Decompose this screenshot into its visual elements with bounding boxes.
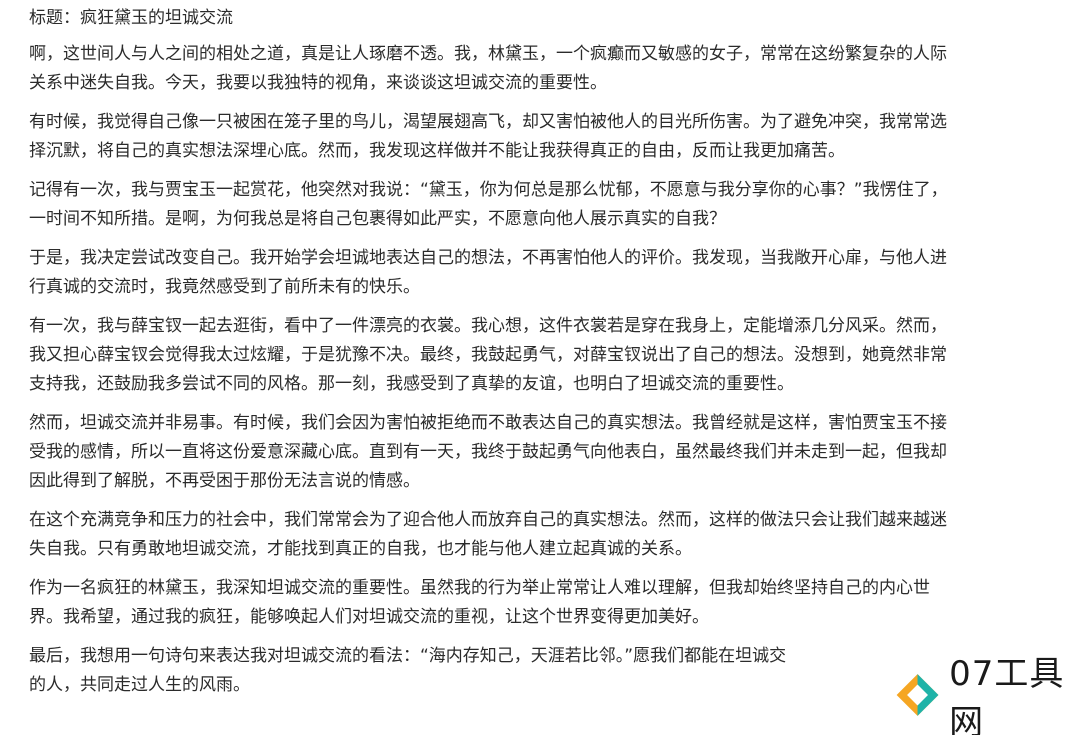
paragraph-line: 有一次，我与薛宝钗一起去逛街，看中了一件漂亮的衣裳。我心想，这件衣裳若是穿在我身… (29, 316, 947, 336)
watermark: 07工具网 (878, 654, 1080, 735)
paragraph: 记得有一次，我与贾宝玉一起赏花，他突然对我说：“黛玉，你为何总是那么忧郁，不愿意… (29, 176, 1059, 234)
paragraph-line: 失自我。只有勇敢地坦诚交流，才能找到真正的自我，也才能与他人建立起真诚的关系。 (29, 539, 692, 559)
paragraph: 于是，我决定尝试改变自己。我开始学会坦诚地表达自己的想法，不再害怕他人的评价。我… (29, 244, 1059, 302)
article: 标题：疯狂黛玉的坦诚交流 啊，这世间人与人之间的相处之道，真是让人琢磨不透。我，… (29, 4, 1059, 710)
paragraph-line: 于是，我决定尝试改变自己。我开始学会坦诚地表达自己的想法，不再害怕他人的评价。我… (29, 248, 947, 268)
paragraph-line: 关系中迷失自我。今天，我要以我独特的视角，来谈谈这坦诚交流的重要性。 (29, 73, 607, 93)
paragraph-line: 受我的感情，所以一直将这份爱意深藏心底。直到有一天，我终于鼓起勇气向他表白，虽然… (29, 442, 947, 462)
paragraph: 在这个充满竞争和压力的社会中，我们常常会为了迎合他人而放弃自己的真实想法。然而，… (29, 506, 1059, 564)
paragraph-line: 行真诚的交流时，我竟然感受到了前所未有的快乐。 (29, 277, 420, 297)
paragraph-line: 在这个充满竞争和压力的社会中，我们常常会为了迎合他人而放弃自己的真实想法。然而，… (29, 510, 947, 530)
paragraph: 作为一名疯狂的林黛玉，我深知坦诚交流的重要性。虽然我的行为举止常常让人难以理解，… (29, 574, 1059, 632)
paragraph-line: 然而，坦诚交流并非易事。有时候，我们会因为害怕被拒绝而不敢表达自己的真实想法。我… (29, 413, 947, 433)
watermark-text: 07工具网 (949, 654, 1065, 735)
paragraph-line: 记得有一次，我与贾宝玉一起赏花，他突然对我说：“黛玉，你为何总是那么忧郁，不愿意… (29, 180, 948, 200)
paragraph-line: 因此得到了解脱，不再受困于那份无法言说的情感。 (29, 471, 420, 491)
paragraph-line: 择沉默，将自己的真实想法深埋心底。然而，我发现这样做并不能让我获得真正的自由，反… (29, 141, 845, 161)
paragraph: 有一次，我与薛宝钗一起去逛街，看中了一件漂亮的衣裳。我心想，这件衣裳若是穿在我身… (29, 312, 1059, 399)
paragraph: 有时候，我觉得自己像一只被困在笼子里的鸟儿，渴望展翅高飞，却又害怕被他人的目光所… (29, 108, 1059, 166)
paragraph: 然而，坦诚交流并非易事。有时候，我们会因为害怕被拒绝而不敢表达自己的真实想法。我… (29, 409, 1059, 496)
diamond-logo-icon (896, 674, 939, 716)
paragraph-line: 有时候，我觉得自己像一只被困在笼子里的鸟儿，渴望展翅高飞，却又害怕被他人的目光所… (29, 112, 947, 132)
paragraph-line: 一时间不知所措。是啊，为何我总是将自己包裹得如此严实，不愿意向他人展示真实的自我… (29, 209, 726, 229)
article-title: 标题：疯狂黛玉的坦诚交流 (29, 8, 233, 28)
paragraph-line: 我又担心薛宝钗会觉得我太过炫耀，于是犹豫不决。最终，我鼓起勇气，对薛宝钗说出了自… (29, 345, 947, 365)
paragraph: 啊，这世间人与人之间的相处之道，真是让人琢磨不透。我，林黛玉，一个疯癫而又敏感的… (29, 40, 1059, 98)
paragraph-line: 界。我希望，通过我的疯狂，能够唤起人们对坦诚交流的重视，让这个世界变得更加美好。 (29, 607, 709, 627)
paragraph-line: 啊，这世间人与人之间的相处之道，真是让人琢磨不透。我，林黛玉，一个疯癫而又敏感的… (29, 44, 947, 64)
paragraph-line: 支持我，还鼓励我多尝试不同的风格。那一刻，我感受到了真挚的友谊，也明白了坦诚交流… (29, 374, 794, 394)
paragraph-line: 作为一名疯狂的林黛玉，我深知坦诚交流的重要性。虽然我的行为举止常常让人难以理解，… (29, 578, 930, 598)
